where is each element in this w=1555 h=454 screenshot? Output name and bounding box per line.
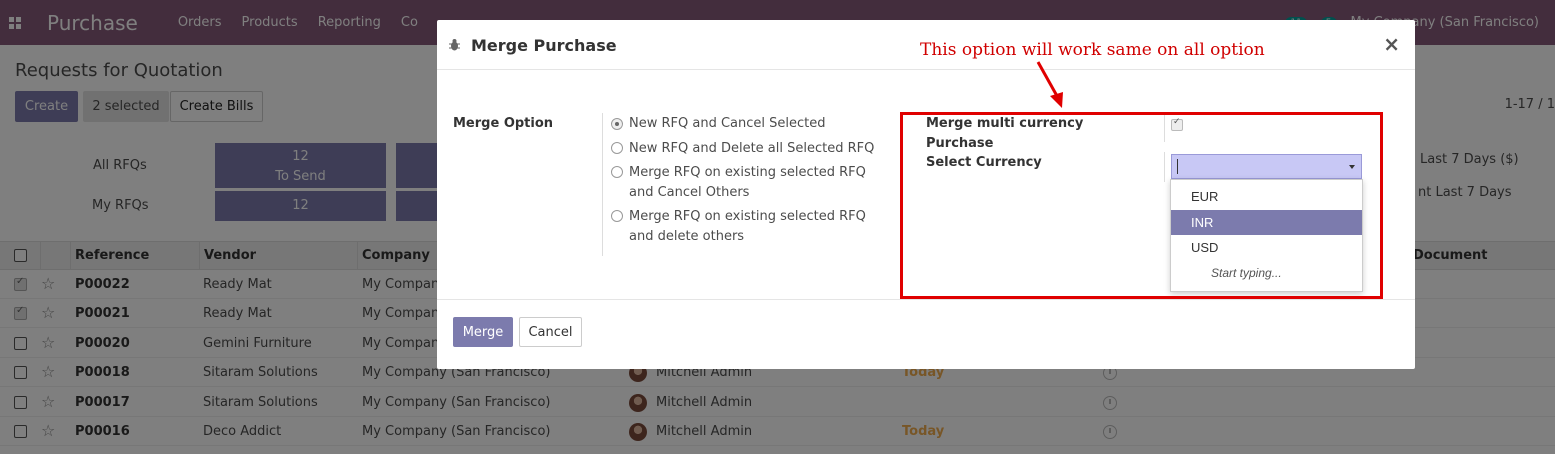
- merge-option-separator: [602, 113, 603, 256]
- radio-label-merge-existing-delete-line2[interactable]: and delete others: [629, 227, 744, 247]
- radio-label-merge-existing-cancel-line1[interactable]: Merge RFQ on existing selected RFQ: [629, 163, 866, 183]
- annotation-text: This option will work same on all option: [920, 40, 1265, 60]
- radio-new-rfq-cancel[interactable]: [611, 118, 623, 130]
- merge-option-label: Merge Option: [453, 116, 554, 131]
- modal-footer: Merge Cancel: [437, 299, 1415, 369]
- radio-label-merge-existing-delete-line1[interactable]: Merge RFQ on existing selected RFQ: [629, 207, 866, 227]
- radio-label-merge-existing-cancel-line2[interactable]: and Cancel Others: [629, 183, 749, 203]
- cancel-button[interactable]: Cancel: [519, 317, 582, 347]
- radio-merge-existing-cancel[interactable]: [611, 166, 623, 178]
- modal-title: Merge Purchase: [471, 36, 617, 55]
- annotation-box: [900, 112, 1383, 299]
- radio-merge-existing-delete[interactable]: [611, 210, 623, 222]
- radio-label-new-rfq-cancel[interactable]: New RFQ and Cancel Selected: [629, 114, 825, 134]
- close-icon[interactable]: ×: [1383, 32, 1400, 56]
- merge-button[interactable]: Merge: [453, 317, 513, 347]
- bug-icon: [449, 39, 460, 51]
- annotation-arrow-icon: [1036, 61, 1063, 108]
- radio-new-rfq-delete[interactable]: [611, 142, 623, 154]
- radio-label-new-rfq-delete[interactable]: New RFQ and Delete all Selected RFQ: [629, 139, 874, 159]
